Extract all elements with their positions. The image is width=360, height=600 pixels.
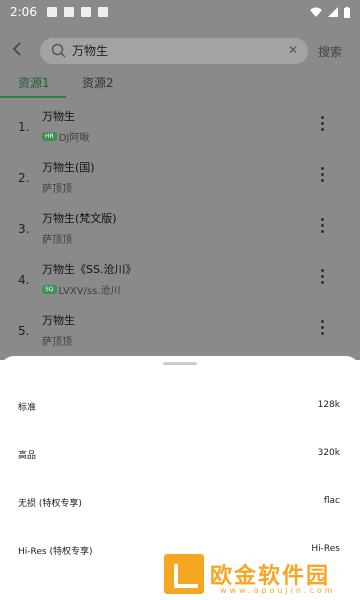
clear-button[interactable]: ✕ <box>288 43 298 57</box>
song-title: 万物生(梵文版) <box>42 212 117 225</box>
more-options-button[interactable] <box>316 167 328 189</box>
quality-option-value: 320k <box>317 448 340 458</box>
sheet-drag-handle[interactable] <box>163 362 197 365</box>
quality-option-label: 标准 <box>18 403 37 413</box>
search-results-screen: 万物生 ✕ 搜索 资源1 资源2 1. 万物生 HR DJ阿啾 2. 万物生(国… <box>0 24 360 360</box>
song-title: 万物生(国) <box>42 161 95 174</box>
watermark-url: www.apoujin.com <box>220 586 336 595</box>
watermark: 欧金软件园 www.apoujin.com <box>160 552 360 600</box>
more-options-button[interactable] <box>316 218 328 240</box>
download-icon <box>80 7 91 17</box>
song-title: 万物生 <box>42 110 75 123</box>
logo-icon <box>164 554 204 594</box>
list-item[interactable]: 2. 万物生(国) 萨顶顶 <box>0 155 360 205</box>
quality-option-value: flac <box>323 496 340 506</box>
search-input[interactable]: 万物生 ✕ <box>40 38 308 64</box>
active-tab-indicator <box>0 96 66 98</box>
song-artist: DJ阿啾 <box>58 133 90 144</box>
song-index: 5. <box>18 324 30 338</box>
quality-option-label: Hi-Res (特权专享) <box>18 547 93 557</box>
quality-option-standard[interactable]: 标准 128k <box>0 386 360 432</box>
signal-icon <box>328 7 338 17</box>
quality-option-value: 128k <box>317 400 340 410</box>
wifi-icon <box>310 7 322 17</box>
song-artist: 萨顶顶 <box>42 184 72 195</box>
search-bar: 万物生 ✕ 搜索 <box>0 34 360 68</box>
more-options-button[interactable] <box>316 116 328 138</box>
quality-option-lossless[interactable]: 无损 (特权专享) flac <box>0 482 360 528</box>
song-artist: 萨顶顶 <box>42 235 72 246</box>
song-artist: LVXV/ss.沧川 <box>58 286 121 297</box>
search-button[interactable]: 搜索 <box>318 43 342 60</box>
more-options-button[interactable] <box>316 320 328 342</box>
status-time: 2:06 <box>10 5 37 19</box>
quality-option-label: 高品 <box>18 451 37 461</box>
arrow-left-icon <box>12 42 21 56</box>
back-button[interactable] <box>10 40 30 62</box>
tab-source-1[interactable]: 资源1 <box>18 74 50 91</box>
list-item[interactable]: 5. 万物生 萨顶顶 <box>0 308 360 358</box>
list-item[interactable]: 1. 万物生 HR DJ阿啾 <box>0 104 360 154</box>
notification-icon <box>46 7 57 17</box>
song-index: 2. <box>18 171 30 185</box>
list-item[interactable]: 3. 万物生(梵文版) 萨顶顶 <box>0 206 360 256</box>
tab-source-2[interactable]: 资源2 <box>82 74 114 91</box>
status-bar: 2:06 <box>0 0 360 24</box>
song-artist: 萨顶顶 <box>42 337 72 348</box>
song-index: 1. <box>18 120 30 134</box>
list-item[interactable]: 4. 万物生《SS.沧川》 SQ LVXV/ss.沧川 <box>0 257 360 307</box>
quality-badge: HR <box>42 132 57 141</box>
app-notification-icon <box>97 7 108 17</box>
quality-option-high[interactable]: 高品 320k <box>0 434 360 480</box>
more-options-button[interactable] <box>316 269 328 291</box>
song-index: 4. <box>18 273 30 287</box>
quality-option-label: 无损 (特权专享) <box>18 499 82 509</box>
song-artist-row: HR DJ阿啾 <box>42 129 89 144</box>
quality-badge: SQ <box>42 285 57 294</box>
song-title: 万物生《SS.沧川》 <box>42 263 137 276</box>
song-artist-row: SQ LVXV/ss.沧川 <box>42 282 121 297</box>
search-query: 万物生 <box>72 44 109 58</box>
search-icon <box>51 43 66 58</box>
song-title: 万物生 <box>42 314 75 327</box>
battery-icon <box>344 6 350 18</box>
notification-icon <box>63 7 74 17</box>
source-tabs: 资源1 资源2 <box>0 72 360 98</box>
song-index: 3. <box>18 222 30 236</box>
